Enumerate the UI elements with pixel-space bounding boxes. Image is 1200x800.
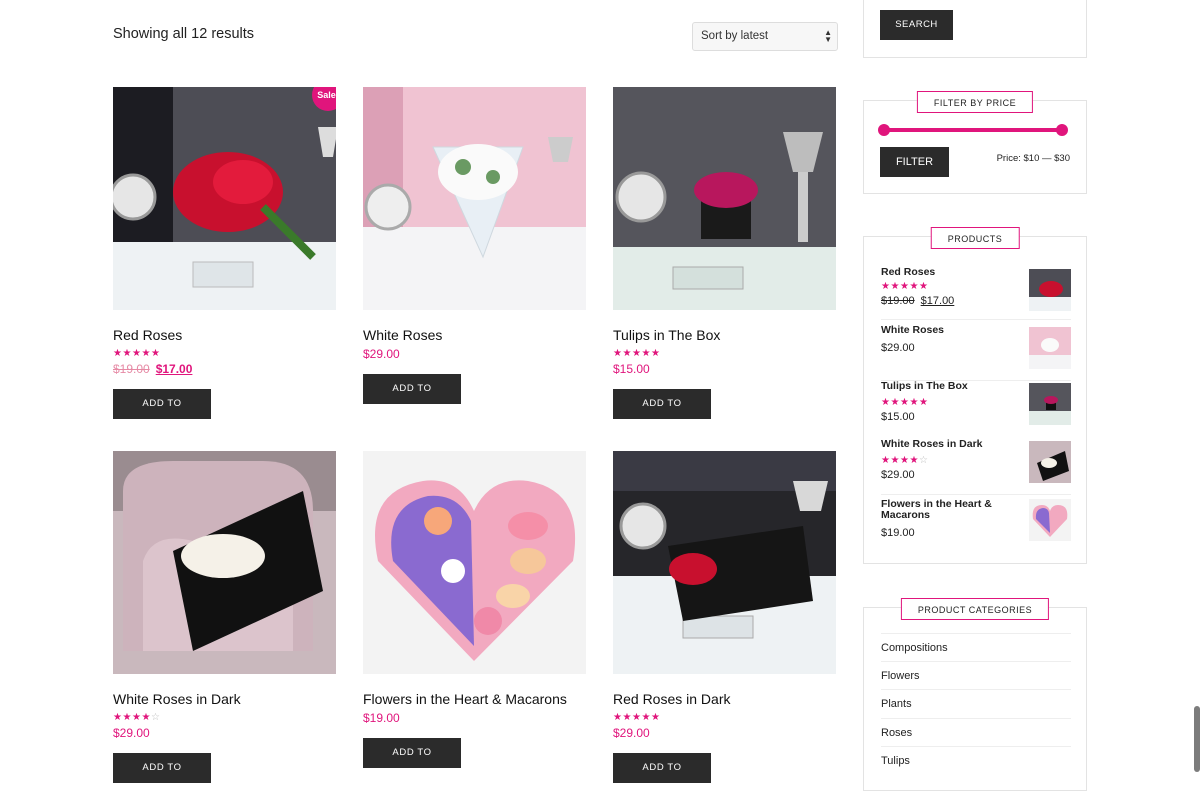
product-card: White Roses in Dark ★ ★ ★ ★ ☆ $29.00 ADD TO …: [113, 451, 336, 800]
product-title[interactable]: White Roses: [363, 327, 586, 345]
widget-product-thumb[interactable]: [1029, 327, 1071, 369]
old-price: $19.00: [113, 362, 150, 376]
product-categories-widget: PRODUCT CATEGORIES Compositions Flowers …: [863, 598, 1087, 791]
product-title[interactable]: White Roses in Dark: [113, 691, 336, 709]
sort-select[interactable]: Sort by latest ▲ ▼: [692, 22, 838, 51]
product-card: Sale! Red Roses ★★★★★ $19.00 $17.00 ADD T…: [113, 87, 336, 441]
product-title[interactable]: Red Roses in Dark: [613, 691, 836, 709]
category-link[interactable]: Compositions: [881, 633, 1071, 661]
product-title[interactable]: Flowers in the Heart & Macarons: [363, 691, 586, 709]
product-price: $15.00: [613, 362, 650, 376]
product-image-tulips-box[interactable]: [613, 87, 836, 310]
product-title[interactable]: Red Roses: [113, 327, 336, 345]
products-widget: PRODUCTS Red Roses ★ ★ ★ ★ ★ $19.00 $17.00 Wh…: [863, 227, 1087, 564]
widget-product-item[interactable]: White Roses in Dark ★ ★ ★ ★ ☆ $29.00: [881, 439, 1071, 495]
page-scrollbar[interactable]: [1194, 706, 1200, 772]
product-price: $19.00 $17.00: [113, 362, 336, 376]
product-card: Flowers in the Heart & Macarons $19.00 A…: [363, 451, 586, 790]
product-price: $29.00: [363, 347, 400, 361]
category-link[interactable]: Tulips: [881, 746, 1071, 774]
product-image-heart-macarons[interactable]: [363, 451, 586, 674]
product-image-white-roses-dark[interactable]: [113, 451, 336, 674]
add-to-cart-button[interactable]: ADD TO CART: [613, 753, 711, 800]
search-widget: SEARCH: [863, 0, 1087, 58]
product-card: Red Roses in Dark ★ ★ ★ ★ ★ $29.00 ADD TO CA…: [613, 451, 836, 800]
widget-product-thumb[interactable]: [1029, 441, 1071, 483]
product-card: White Roses $29.00 ADD TO CART: [363, 87, 586, 426]
category-link[interactable]: Plants: [881, 689, 1071, 717]
add-to-cart-button[interactable]: ADD TO CART: [113, 753, 211, 800]
slider-max-handle[interactable]: [1056, 124, 1068, 136]
slider-min-handle[interactable]: [878, 124, 890, 136]
price-filter-widget: FILTER BY PRICE FILTER Price: $10 — $30: [863, 91, 1087, 194]
product-image-red-roses-dark[interactable]: [613, 451, 836, 674]
product-image-white-roses[interactable]: [363, 87, 586, 310]
widget-title: FILTER BY PRICE: [916, 91, 1034, 113]
add-to-cart-button[interactable]: ADD TO CART: [113, 389, 211, 439]
product-title[interactable]: Tulips in The Box: [613, 327, 836, 345]
widget-product-thumb[interactable]: [1029, 383, 1071, 425]
add-to-cart-button[interactable]: ADD TO CART: [613, 389, 711, 439]
old-price: $19.00: [881, 295, 915, 307]
widget-product-name[interactable]: Tulips in The Box: [881, 381, 1011, 392]
product-price: $29.00: [613, 726, 650, 740]
widget-product-name[interactable]: White Roses in Dark: [881, 439, 1011, 450]
price-slider[interactable]: [878, 124, 1068, 136]
rating-stars: ★ ★ ★ ★ ★: [613, 713, 660, 723]
widget-product-name[interactable]: White Roses: [881, 325, 1011, 336]
results-count: Showing all 12 results: [113, 26, 255, 42]
category-link[interactable]: Roses: [881, 718, 1071, 746]
category-link[interactable]: Flowers: [881, 661, 1071, 689]
product-price: $19.00: [363, 711, 400, 725]
widget-title: PRODUCT CATEGORIES: [900, 598, 1050, 620]
rating-stars: ★ ★ ★ ★ ★: [113, 349, 160, 359]
filter-button[interactable]: FILTER: [880, 147, 949, 177]
rating-stars: ★ ★ ★ ★ ☆: [113, 713, 160, 723]
widget-product-name[interactable]: Flowers in the Heart & Macarons: [881, 499, 1011, 521]
widget-product-item[interactable]: White Roses $29.00: [881, 325, 1071, 381]
sale-price: $17.00: [920, 295, 955, 307]
add-to-cart-button[interactable]: ADD TO CART: [363, 374, 461, 424]
widget-title: PRODUCTS: [930, 227, 1020, 249]
widget-product-name[interactable]: Red Roses: [881, 267, 1011, 278]
rating-stars: ★ ★ ★ ★ ★: [613, 349, 660, 359]
widget-product-item[interactable]: Tulips in The Box ★ ★ ★ ★ ★ $15.00: [881, 381, 1071, 437]
product-card: Tulips in The Box ★ ★ ★ ★ ★ $15.00 ADD TO CA…: [613, 87, 836, 441]
widget-product-item[interactable]: Flowers in the Heart & Macarons $19.00: [881, 499, 1071, 549]
select-arrows-icon: ▲ ▼: [824, 28, 832, 44]
price-range-label: Price: $10 — $30: [996, 153, 1070, 164]
product-price: $29.00: [113, 726, 150, 740]
product-image-red-roses[interactable]: Sale!: [113, 87, 336, 310]
widget-product-thumb[interactable]: [1029, 499, 1071, 541]
widget-product-item[interactable]: Red Roses ★ ★ ★ ★ ★ $19.00 $17.00: [881, 267, 1071, 320]
widget-product-thumb[interactable]: [1029, 269, 1071, 311]
add-to-cart-button[interactable]: ADD TO CART: [363, 738, 461, 788]
search-button[interactable]: SEARCH: [880, 10, 953, 40]
sale-price: $17.00: [155, 362, 193, 376]
sort-select-value: Sort by latest: [701, 30, 769, 42]
